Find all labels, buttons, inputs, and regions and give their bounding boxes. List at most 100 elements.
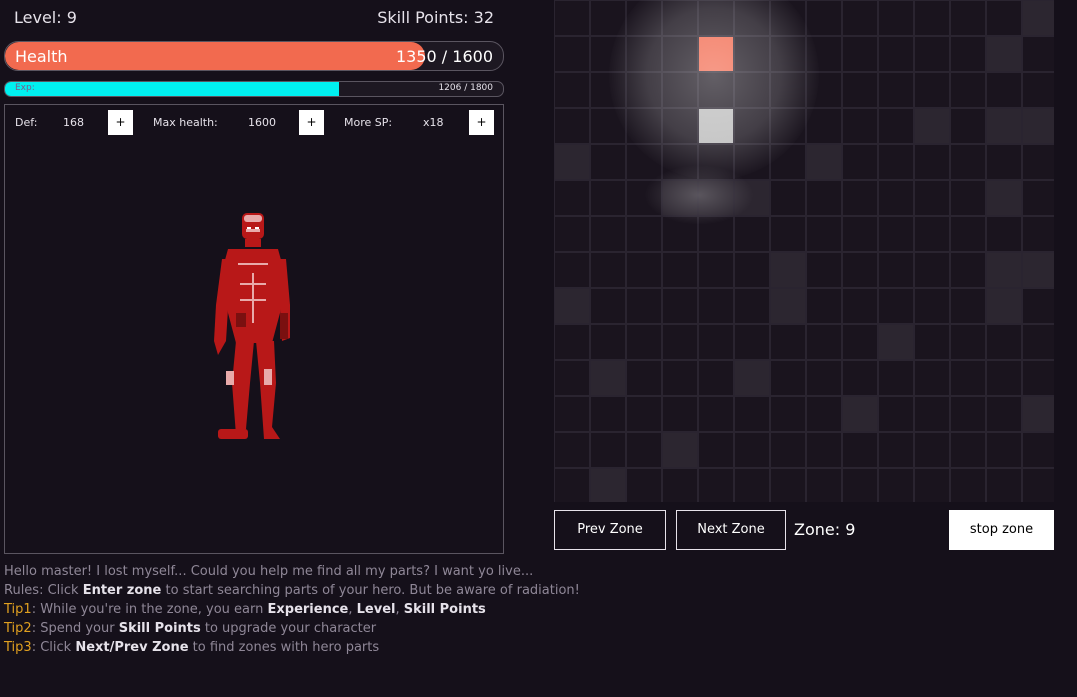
grid-cell[interactable] <box>662 108 698 144</box>
grid-cell[interactable] <box>626 360 662 396</box>
grid-cell[interactable] <box>626 180 662 216</box>
grid-cell[interactable] <box>878 72 914 108</box>
grid-cell[interactable] <box>590 144 626 180</box>
grid-cell[interactable] <box>554 288 590 324</box>
grid-cell[interactable] <box>662 144 698 180</box>
grid-cell[interactable] <box>734 144 770 180</box>
grid-cell[interactable] <box>590 108 626 144</box>
grid-cell[interactable] <box>986 144 1022 180</box>
grid-cell[interactable] <box>842 432 878 468</box>
grid-cell[interactable] <box>914 324 950 360</box>
grid-cell[interactable] <box>950 432 986 468</box>
grid-cell[interactable] <box>986 36 1022 72</box>
grid-cell[interactable] <box>554 432 590 468</box>
grid-cell[interactable] <box>770 252 806 288</box>
grid-cell[interactable] <box>626 216 662 252</box>
zone-grid[interactable] <box>554 0 1054 502</box>
grid-cell[interactable] <box>878 216 914 252</box>
grid-cell[interactable] <box>986 0 1022 36</box>
grid-cell[interactable] <box>806 0 842 36</box>
hero-part-cell[interactable] <box>698 36 734 72</box>
grid-cell[interactable] <box>698 216 734 252</box>
grid-cell[interactable] <box>590 36 626 72</box>
grid-cell[interactable] <box>950 72 986 108</box>
grid-cell[interactable] <box>950 180 986 216</box>
grid-cell[interactable] <box>1022 108 1054 144</box>
grid-cell[interactable] <box>626 36 662 72</box>
grid-cell[interactable] <box>842 324 878 360</box>
grid-cell[interactable] <box>914 432 950 468</box>
grid-cell[interactable] <box>626 144 662 180</box>
grid-cell[interactable] <box>842 36 878 72</box>
grid-cell[interactable] <box>698 432 734 468</box>
moresp-plus-button[interactable]: + <box>469 110 494 135</box>
grid-cell[interactable] <box>662 0 698 36</box>
grid-cell[interactable] <box>662 180 698 216</box>
grid-cell[interactable] <box>770 216 806 252</box>
grid-cell[interactable] <box>950 216 986 252</box>
grid-cell[interactable] <box>986 468 1022 502</box>
grid-cell[interactable] <box>662 324 698 360</box>
grid-cell[interactable] <box>770 324 806 360</box>
grid-cell[interactable] <box>554 72 590 108</box>
grid-cell[interactable] <box>914 108 950 144</box>
grid-cell[interactable] <box>698 324 734 360</box>
grid-cell[interactable] <box>662 72 698 108</box>
grid-cell[interactable] <box>842 468 878 502</box>
grid-cell[interactable] <box>878 324 914 360</box>
grid-cell[interactable] <box>590 324 626 360</box>
grid-cell[interactable] <box>734 432 770 468</box>
grid-cell[interactable] <box>590 180 626 216</box>
grid-cell[interactable] <box>1022 180 1054 216</box>
grid-cell[interactable] <box>770 360 806 396</box>
grid-cell[interactable] <box>698 0 734 36</box>
grid-cell[interactable] <box>662 36 698 72</box>
grid-cell[interactable] <box>626 0 662 36</box>
grid-cell[interactable] <box>734 108 770 144</box>
grid-cell[interactable] <box>554 0 590 36</box>
grid-cell[interactable] <box>734 180 770 216</box>
grid-cell[interactable] <box>770 144 806 180</box>
grid-cell[interactable] <box>806 396 842 432</box>
grid-cell[interactable] <box>662 288 698 324</box>
grid-cell[interactable] <box>698 288 734 324</box>
grid-cell[interactable] <box>914 144 950 180</box>
grid-cell[interactable] <box>662 216 698 252</box>
grid-cell[interactable] <box>1022 288 1054 324</box>
grid-cell[interactable] <box>662 432 698 468</box>
grid-cell[interactable] <box>770 108 806 144</box>
grid-cell[interactable] <box>698 396 734 432</box>
grid-cell[interactable] <box>1022 360 1054 396</box>
grid-cell[interactable] <box>914 0 950 36</box>
grid-cell[interactable] <box>1022 36 1054 72</box>
grid-cell[interactable] <box>1022 72 1054 108</box>
grid-cell[interactable] <box>734 252 770 288</box>
grid-cell[interactable] <box>662 252 698 288</box>
grid-cell[interactable] <box>806 432 842 468</box>
grid-cell[interactable] <box>806 36 842 72</box>
grid-cell[interactable] <box>554 144 590 180</box>
grid-cell[interactable] <box>554 324 590 360</box>
grid-cell[interactable] <box>842 180 878 216</box>
grid-cell[interactable] <box>878 144 914 180</box>
grid-cell[interactable] <box>806 324 842 360</box>
next-zone-button[interactable]: Next Zone <box>676 510 786 550</box>
grid-cell[interactable] <box>734 0 770 36</box>
grid-cell[interactable] <box>626 72 662 108</box>
grid-cell[interactable] <box>914 72 950 108</box>
grid-cell[interactable] <box>842 72 878 108</box>
grid-cell[interactable] <box>770 36 806 72</box>
grid-cell[interactable] <box>1022 0 1054 36</box>
grid-cell[interactable] <box>986 72 1022 108</box>
grid-cell[interactable] <box>914 288 950 324</box>
grid-cell[interactable] <box>806 72 842 108</box>
grid-cell[interactable] <box>590 0 626 36</box>
grid-cell[interactable] <box>986 180 1022 216</box>
grid-cell[interactable] <box>950 360 986 396</box>
grid-cell[interactable] <box>878 36 914 72</box>
grid-cell[interactable] <box>698 468 734 502</box>
grid-cell[interactable] <box>950 36 986 72</box>
grid-cell[interactable] <box>986 252 1022 288</box>
grid-cell[interactable] <box>914 252 950 288</box>
grid-cell[interactable] <box>914 360 950 396</box>
